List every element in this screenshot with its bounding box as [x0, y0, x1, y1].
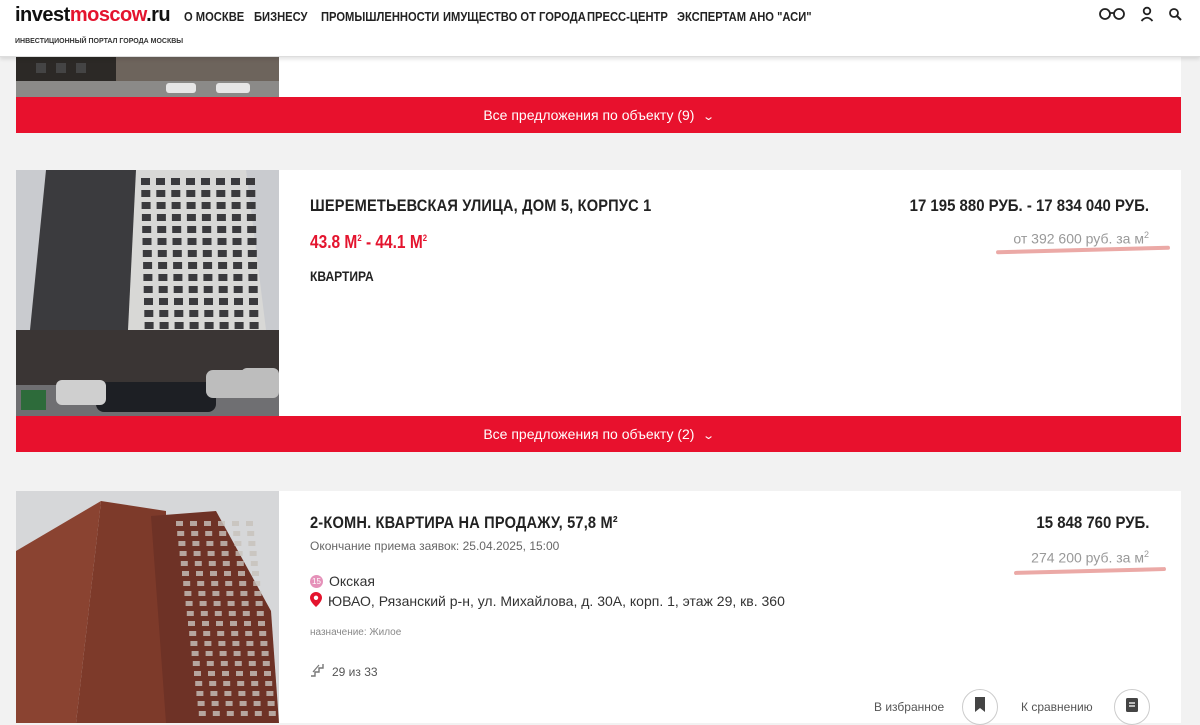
logo-part: moscow — [69, 4, 147, 26]
compare-button[interactable] — [1114, 689, 1150, 725]
metro-line-badge: 15 — [310, 574, 323, 588]
area-separator: - — [361, 232, 376, 252]
nav-item-industry[interactable]: ПРОМЫШЛЕННОСТИ — [321, 9, 439, 24]
listing-photo[interactable] — [16, 170, 279, 416]
metro-name: Окская — [329, 573, 375, 589]
area-to: 44.1 М — [375, 232, 423, 252]
search-icon[interactable] — [1168, 7, 1182, 26]
floor-info: 29 из 33 — [310, 663, 378, 680]
highlight-underline — [995, 245, 1171, 255]
logo[interactable]: investmoscow.ru — [15, 4, 171, 27]
header-icons — [1098, 6, 1182, 27]
tagline: ИНВЕСТИЦИОННЫЙ ПОРТАЛ ГОРОДА МОСКВЫ — [15, 38, 184, 45]
site-header: investmoscow.ru ИНВЕСТИЦИОННЫЙ ПОРТАЛ ГО… — [0, 0, 1200, 57]
nav-item-press-center[interactable]: ПРЕСС-ЦЕНТР — [587, 9, 668, 24]
compare-list-icon — [1126, 697, 1138, 717]
all-offers-label: Все предложения по объекту (2) — [483, 426, 695, 442]
glasses-icon[interactable] — [1098, 7, 1126, 26]
floor-text: 29 из 33 — [332, 664, 378, 679]
price: 15 848 760 РУБ. — [1035, 513, 1149, 532]
logo-part: invest — [15, 4, 70, 26]
listing-title[interactable]: ШЕРЕМЕТЬЕВСКАЯ УЛИЦА, ДОМ 5, КОРПУС 1 — [310, 196, 651, 216]
purpose: назначение: Жилое — [310, 627, 402, 638]
listing-card: 2-КОМН. КВАРТИРА НА ПРОДАЖУ, 57,8 М² Око… — [16, 491, 1181, 725]
metro-station: 15 Окская — [310, 573, 375, 589]
address: ЮВАО, Рязанский р-н, ул. Михайлова, д. 3… — [310, 592, 785, 610]
compare-label[interactable]: К сравнению — [1021, 700, 1093, 714]
m2-sup: 2 — [1143, 230, 1149, 240]
all-offers-button[interactable]: Все предложения по объекту (9) ⌄ — [16, 97, 1181, 133]
price-per-m2-text: от 392 600 руб. за м — [1013, 230, 1144, 247]
price-per-m2: от 392 600 руб. за м2 — [1013, 230, 1149, 247]
stairs-icon — [310, 663, 326, 680]
listing-photo[interactable] — [16, 491, 279, 723]
favorite-button[interactable] — [962, 689, 998, 725]
favorite-label[interactable]: В избранное — [874, 700, 944, 714]
listing-card: ШЕРЕМЕТЬЕВСКАЯ УЛИЦА, ДОМ 5, КОРПУС 1 43… — [16, 170, 1181, 416]
user-icon[interactable] — [1140, 6, 1154, 27]
application-deadline: Окончание приема заявок: 25.04.2025, 15:… — [310, 539, 560, 553]
highlight-underline — [1013, 567, 1167, 575]
address-text: ЮВАО, Рязанский р-н, ул. Михайлова, д. 3… — [328, 593, 785, 609]
nav-item-business[interactable]: БИЗНЕСУ — [254, 9, 307, 24]
price-per-m2: 274 200 руб. за м2 — [1031, 549, 1149, 566]
price-per-m2-text: 274 200 руб. за м — [1031, 549, 1144, 566]
chevron-down-icon: ⌄ — [702, 111, 716, 123]
price-range: 17 195 880 РУБ. - 17 834 040 РУБ. — [909, 196, 1149, 215]
area-from: 43.8 М — [310, 232, 358, 252]
area-range: 43.8 М2 - 44.1 М2 — [310, 232, 427, 253]
nav-item-about-moscow[interactable]: О МОСКВЕ — [184, 9, 244, 24]
area-unit-sup: 2 — [422, 233, 428, 243]
logo-part: .ru — [146, 4, 171, 26]
chevron-down-icon: ⌄ — [702, 430, 716, 442]
bookmark-icon — [974, 697, 986, 717]
listing-photo[interactable] — [16, 57, 279, 97]
m2-sup: 2 — [1143, 549, 1149, 559]
all-offers-button[interactable]: Все предложения по объекту (2) ⌄ — [16, 416, 1181, 452]
nav-item-city-property[interactable]: ИМУЩЕСТВО ОТ ГОРОДА — [443, 9, 586, 24]
property-type: КВАРТИРА — [310, 268, 374, 284]
nav-item-experts[interactable]: ЭКСПЕРТАМ АНО "АСИ" — [677, 9, 812, 24]
listing-card — [16, 57, 1181, 97]
location-pin-icon — [310, 592, 322, 610]
all-offers-label: Все предложения по объекту (9) — [483, 107, 695, 123]
listing-title[interactable]: 2-КОМН. КВАРТИРА НА ПРОДАЖУ, 57,8 М² — [310, 513, 618, 533]
